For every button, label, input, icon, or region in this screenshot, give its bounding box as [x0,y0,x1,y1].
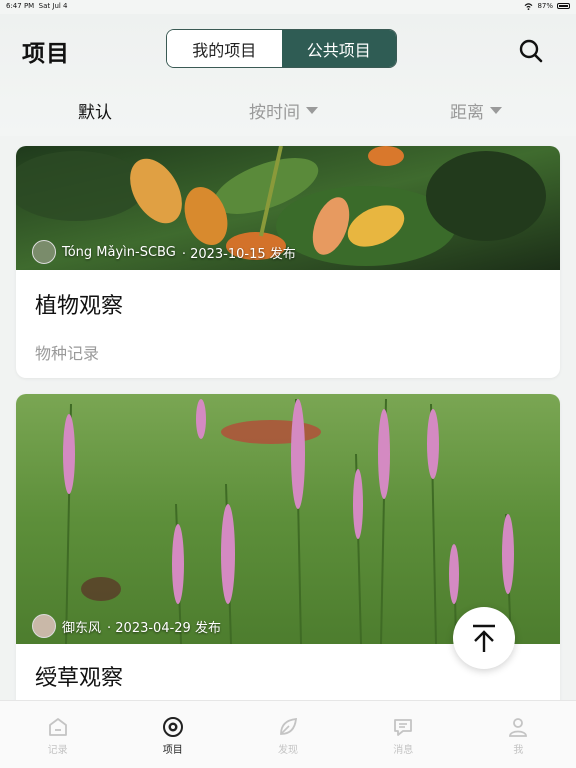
filter-distance-label: 距离 [450,103,484,123]
tab-my-projects[interactable]: 我的项目 [167,30,282,67]
avatar[interactable] [32,240,56,264]
filter-default[interactable]: 默认 [78,98,112,123]
chevron-down-icon [490,107,502,114]
project-title: 绶草观察 [35,666,124,691]
user-icon [509,718,528,737]
project-card[interactable]: Tóng Mǎyìn-SCBG · 2023-10-15 发布 植物观察 物种记… [16,146,560,378]
sort-filters: 默认 按时间 距离 [0,94,576,124]
bottom-tab-bar: 记录 项目 发现 消息 我 [0,700,576,768]
home-icon [48,718,67,736]
project-title: 植物观察 [35,294,124,319]
battery-percent: 87% [537,2,553,10]
publish-date: · 2023-10-15 发布 [181,246,296,262]
leaf-icon [280,717,298,735]
tab-label: 项目 [162,745,183,756]
tab-discover[interactable]: 发现 [230,701,345,768]
wifi-icon [525,2,533,10]
chevron-down-icon [306,107,318,114]
tab-label: 记录 [47,745,68,756]
tab-label: 发现 [278,745,298,756]
tab-projects[interactable]: 项目 [115,701,230,768]
project-subtitle: 物种记录 [35,344,100,363]
tab-messages[interactable]: 消息 [346,701,461,768]
search-icon[interactable] [518,38,544,64]
filter-default-label: 默认 [78,103,112,123]
tab-me[interactable]: 我 [461,701,576,768]
avatar[interactable] [32,614,56,638]
filter-distance[interactable]: 距离 [450,98,502,123]
publish-date: · 2023-04-29 发布 [107,620,221,636]
tab-records[interactable]: 记录 [0,701,115,768]
status-indicators: 87% [524,2,570,10]
filter-by-time-label: 按时间 [249,103,300,123]
project-segment-control: 我的项目 公共项目 [166,29,397,68]
card-meta: 御东风 · 2023-04-29 发布 [32,614,221,638]
project-icon [162,717,183,737]
project-cover-image: Tóng Mǎyìn-SCBG · 2023-10-15 发布 [16,146,560,270]
status-time: 6:47 PM Sat Jul 4 [6,2,68,10]
author-name[interactable]: Tóng Mǎyìn-SCBG [62,245,176,260]
battery-icon [557,3,570,9]
header: 项目 我的项目 公共项目 默认 按时间 距离 [0,14,576,136]
arrow-up-icon [473,624,495,652]
message-icon [394,719,413,736]
status-bar: 6:47 PM Sat Jul 4 87% [0,0,576,14]
scroll-to-top-button[interactable] [453,607,515,669]
tab-public-projects[interactable]: 公共项目 [281,30,396,67]
filter-by-time[interactable]: 按时间 [249,98,318,123]
author-name[interactable]: 御东风 [62,617,101,636]
tab-label: 我 [513,745,524,756]
card-meta: Tóng Mǎyìn-SCBG · 2023-10-15 发布 [32,240,296,264]
tab-label: 消息 [393,745,414,756]
page-title: 项目 [22,41,70,67]
